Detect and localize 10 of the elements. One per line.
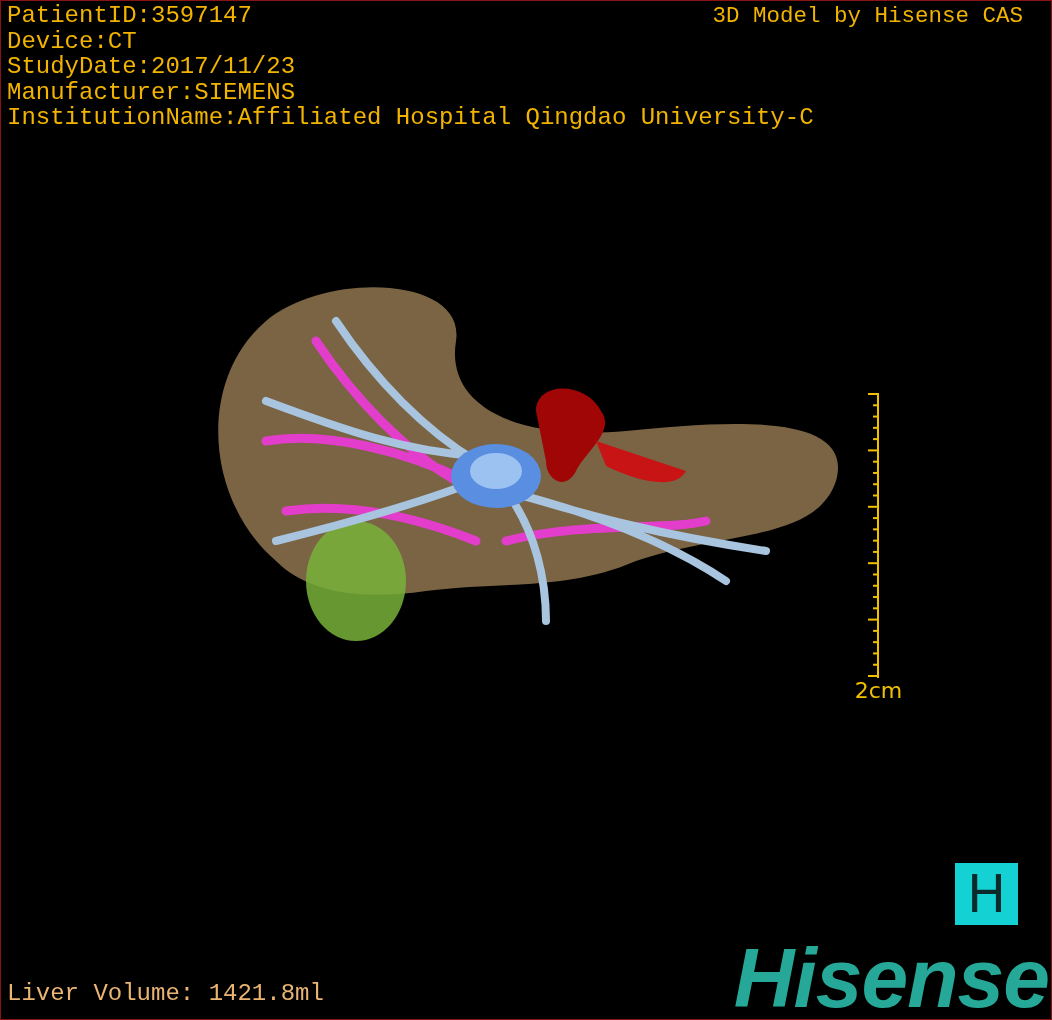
info-line: Manufacturer:SIEMENS bbox=[7, 79, 296, 105]
info-line: StudyDate:2017/11/23 bbox=[7, 54, 296, 80]
scale-label: 2cm bbox=[854, 677, 903, 704]
info-line: InstitutionName:Affiliated Hospital Qingdao University-C bbox=[7, 105, 814, 131]
info-line: PatientID:3597147 bbox=[7, 3, 252, 29]
info-line: Device:CT bbox=[7, 28, 137, 54]
logo-wordmark: Hisense bbox=[733, 947, 1049, 1019]
volume-label: Liver Volume: 1421.8ml bbox=[6, 981, 324, 1009]
window-title: 3D Model by Hisense CAS bbox=[712, 3, 1023, 29]
logo-badge: H bbox=[955, 863, 1018, 925]
